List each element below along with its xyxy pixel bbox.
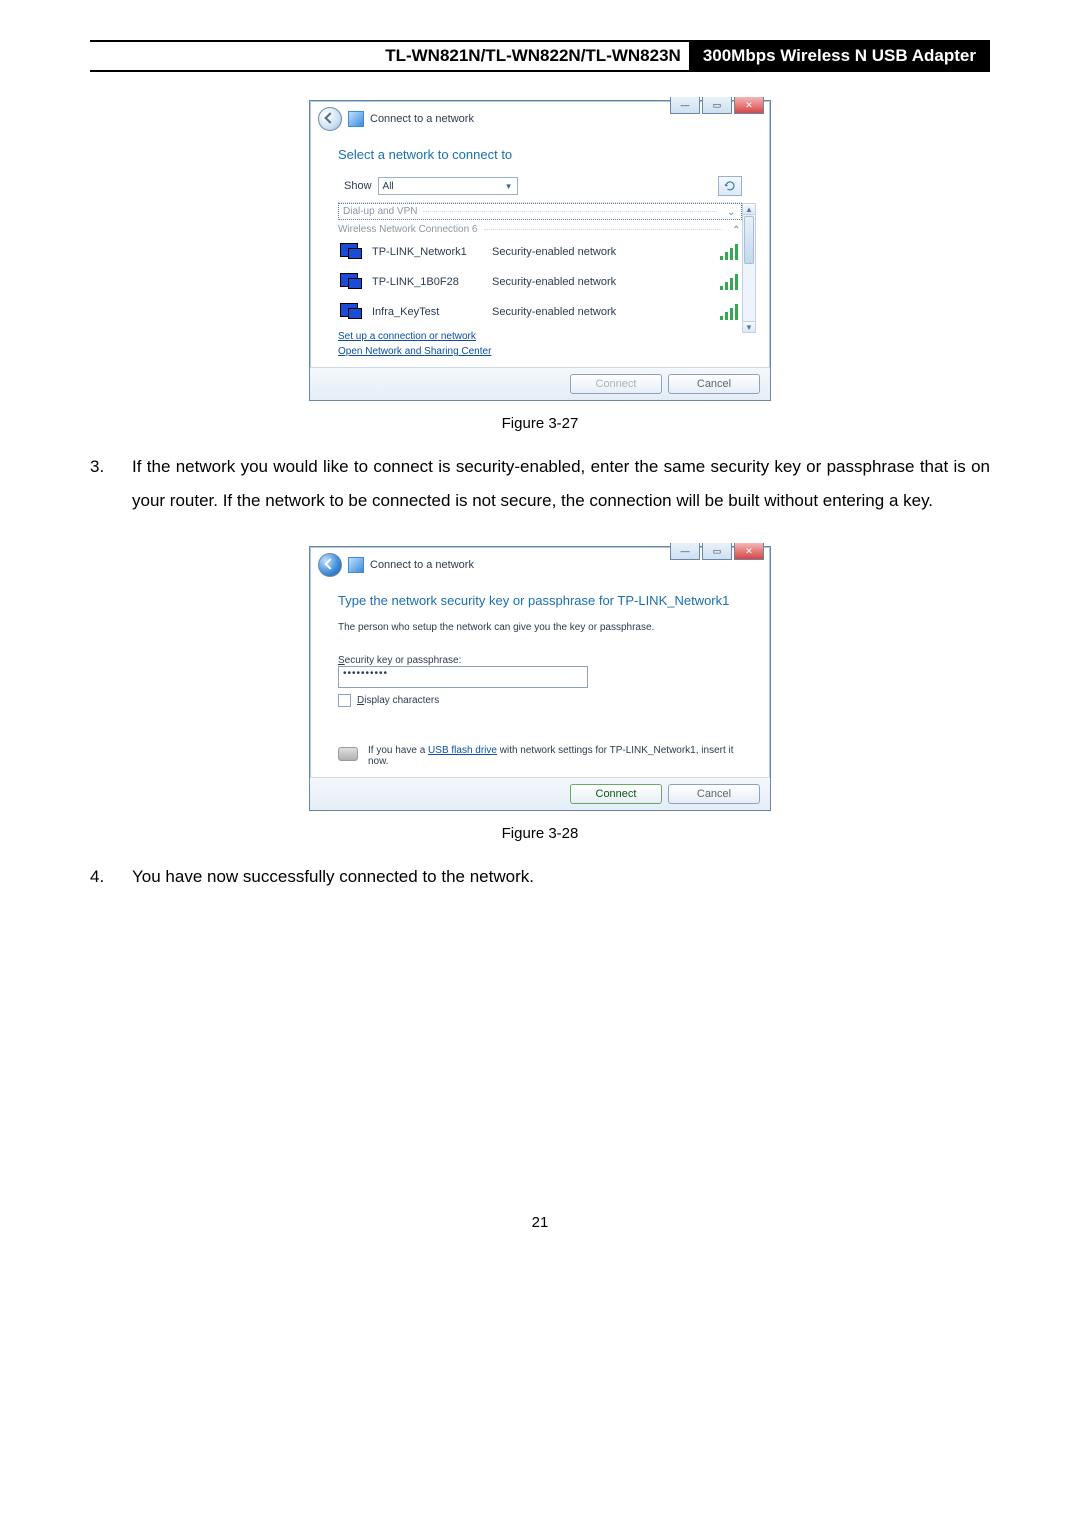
network-row[interactable]: TP-LINK_1B0F28 Security-enabled network — [338, 267, 742, 297]
network-name: Infra_KeyTest — [372, 306, 482, 318]
network-desc: Security-enabled network — [492, 246, 616, 258]
show-filter-select[interactable]: All ▼ — [378, 177, 518, 195]
minimize-button[interactable]: — — [670, 97, 700, 114]
chevron-up-icon: ⌃ — [732, 225, 742, 235]
minimize-button[interactable]: — — [670, 543, 700, 560]
figure-caption-1: Figure 3-27 — [90, 415, 990, 432]
group-dialup-label: Dial-up and VPN — [343, 206, 417, 217]
dialog-heading: Select a network to connect to — [338, 147, 742, 162]
maximize-button[interactable]: ▭ — [702, 543, 732, 560]
network-icon — [348, 111, 364, 127]
step-number: 3. — [90, 450, 132, 518]
link-setup-connection[interactable]: Set up a connection or network — [338, 331, 742, 342]
key-hint-text: The person who setup the network can giv… — [338, 622, 742, 633]
scroll-thumb[interactable] — [744, 216, 754, 264]
usb-flash-note: If you have a USB flash drive with netwo… — [338, 745, 742, 767]
close-button[interactable]: ✕ — [734, 543, 764, 560]
document-header: TL-WN821N/TL-WN822N/TL-WN823N 300Mbps Wi… — [90, 42, 990, 72]
page-number: 21 — [90, 1214, 990, 1231]
usb-note-pre: If you have a — [368, 745, 428, 756]
signal-strength-icon — [720, 244, 740, 260]
security-key-input[interactable]: •••••••••• — [338, 666, 588, 688]
key-label: Security key or passphrase: — [338, 655, 742, 666]
dialog-title: Connect to a network — [370, 559, 474, 571]
header-product-name: 300Mbps Wireless N USB Adapter — [689, 42, 990, 70]
network-name: TP-LINK_Network1 — [372, 246, 482, 258]
connect-button[interactable]: Connect — [570, 784, 662, 804]
signal-strength-icon — [720, 304, 740, 320]
link-open-sharing-center[interactable]: Open Network and Sharing Center — [338, 346, 742, 357]
network-desc: Security-enabled network — [492, 276, 616, 288]
dialog-heading: Type the network security key or passphr… — [338, 593, 742, 608]
refresh-button[interactable] — [718, 176, 742, 196]
scrollbar[interactable]: ▲ ▼ — [742, 203, 756, 333]
show-filter-value: All — [383, 181, 394, 192]
group-wireless-label: Wireless Network Connection 6 — [338, 224, 478, 235]
refresh-icon — [724, 180, 736, 192]
chevron-down-icon: ⌄ — [727, 207, 737, 217]
scroll-up-icon[interactable]: ▲ — [743, 204, 755, 215]
dialog-title: Connect to a network — [370, 113, 474, 125]
step-4: 4. You have now successfully connected t… — [90, 860, 990, 894]
dialog-title-bar: Connect to a network — ▭ ✕ — [310, 547, 770, 577]
display-characters-label: Display characters — [357, 695, 439, 706]
close-button[interactable]: ✕ — [734, 97, 764, 114]
dialog-footer: Connect Cancel — [310, 777, 770, 810]
chevron-down-icon: ▼ — [505, 182, 513, 191]
step-3: 3. If the network you would like to conn… — [90, 450, 990, 518]
network-desc: Security-enabled network — [492, 306, 616, 318]
cancel-button[interactable]: Cancel — [668, 784, 760, 804]
network-row[interactable]: TP-LINK_Network1 Security-enabled networ… — [338, 237, 742, 267]
step-text: You have now successfully connected to t… — [132, 860, 990, 894]
network-row[interactable]: Infra_KeyTest Security-enabled network — [338, 297, 742, 327]
computer-icon — [340, 243, 362, 261]
step-text: If the network you would like to connect… — [132, 450, 990, 518]
group-dialup-vpn[interactable]: Dial-up and VPN ⌄ — [338, 203, 742, 220]
cancel-button[interactable]: Cancel — [668, 374, 760, 394]
dialog-connect-network-list: Connect to a network — ▭ ✕ Select a netw… — [309, 100, 771, 401]
maximize-button[interactable]: ▭ — [702, 97, 732, 114]
header-model-codes: TL-WN821N/TL-WN822N/TL-WN823N — [90, 42, 689, 70]
network-name: TP-LINK_1B0F28 — [372, 276, 482, 288]
dialog-title-bar: Connect to a network — ▭ ✕ — [310, 101, 770, 131]
link-usb-flash-drive[interactable]: USB flash drive — [428, 745, 497, 756]
back-button[interactable] — [318, 553, 342, 577]
network-icon — [348, 557, 364, 573]
usb-flash-icon — [338, 747, 358, 761]
dialog-enter-key: Connect to a network — ▭ ✕ Type the netw… — [309, 546, 771, 811]
display-characters-checkbox[interactable] — [338, 694, 351, 707]
signal-strength-icon — [720, 274, 740, 290]
show-label: Show — [344, 180, 372, 192]
group-wireless[interactable]: Wireless Network Connection 6 ⌃ — [338, 220, 742, 237]
dialog-footer: Connect Cancel — [310, 367, 770, 400]
scroll-down-icon[interactable]: ▼ — [743, 321, 755, 332]
connect-button[interactable]: Connect — [570, 374, 662, 394]
back-button[interactable] — [318, 107, 342, 131]
step-number: 4. — [90, 860, 132, 894]
network-list: ▲ ▼ Dial-up and VPN ⌄ Wireless Network C… — [338, 202, 742, 327]
figure-caption-2: Figure 3-28 — [90, 825, 990, 842]
computer-icon — [340, 273, 362, 291]
computer-icon — [340, 303, 362, 321]
